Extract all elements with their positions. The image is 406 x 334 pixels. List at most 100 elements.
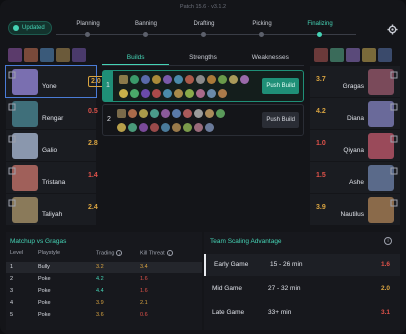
build-option[interactable]: 2 Push Build <box>102 104 304 136</box>
tab-builds[interactable]: Builds <box>102 52 170 65</box>
app-window: Patch 15.6 · v3.1.2 Updated Planning Bann… <box>0 0 406 334</box>
table-row[interactable]: 2 Poke 4.2 1.6 <box>6 274 202 285</box>
champion-pick[interactable]: Nautilus 3.9 <box>310 194 400 225</box>
phase-label: Drafting <box>193 21 215 27</box>
rune-icon <box>161 109 170 118</box>
build-number: 1 <box>103 71 113 101</box>
tab-bar: Builds Strengths Weaknesses <box>102 52 304 66</box>
item-icon <box>218 89 227 98</box>
cell-trading: 3.9 <box>96 300 104 306</box>
champion-score: 1.4 <box>88 172 98 179</box>
cell-level: 5 <box>10 312 14 318</box>
item-icon <box>205 123 214 132</box>
cell-level: 4 <box>10 300 14 306</box>
rune-icon <box>139 109 148 118</box>
build-option[interactable]: 1 Push Build <box>102 70 304 102</box>
champion-pick[interactable]: Yone 2.0 <box>5 65 104 98</box>
rune-icon <box>119 75 128 84</box>
time-range: 27 - 32 min <box>268 285 301 292</box>
table-row[interactable]: 3 Poke 4.4 1.6 <box>6 286 202 297</box>
champion-name: Taliyah <box>42 211 63 218</box>
rune-icon <box>128 109 137 118</box>
role-icon <box>390 199 398 207</box>
table-row[interactable]: 4 Poke 3.9 2.1 <box>6 298 202 309</box>
item-icon <box>185 89 194 98</box>
phase-label: Planning <box>76 21 100 27</box>
scaling-row[interactable]: Mid Game 27 - 32 min 2.0 <box>204 278 400 300</box>
item-icon <box>141 89 150 98</box>
game-phase: Late Game <box>212 309 245 316</box>
phase-label: Picking <box>252 21 272 27</box>
ban-icon <box>8 48 22 62</box>
champion-score: 1.5 <box>316 172 326 179</box>
item-icon <box>139 123 148 132</box>
item-icon <box>218 75 227 84</box>
champion-pick[interactable]: Ashe 1.5 <box>310 162 400 193</box>
champion-name: Nautilus <box>340 211 364 218</box>
table-row[interactable]: 5 Poke 3.6 0.6 <box>6 310 202 321</box>
blue-team: Yone 2.0 Rengar 0.5 Galio 2.8 Tristana 1.4 Taliy… <box>5 65 104 226</box>
rune-icon <box>150 109 159 118</box>
matchup-panel: Matchup vs Gragas Level Playstyle Tradin… <box>6 232 202 330</box>
phase-dot-icon <box>85 32 90 37</box>
champion-pick[interactable]: Diana 4.2 <box>310 98 400 129</box>
advantage-value: 3.1 <box>380 309 390 316</box>
ban-icon <box>362 48 376 62</box>
champion-name: Tristana <box>42 179 66 186</box>
status-dot-icon <box>13 25 19 31</box>
champion-name: Diana <box>347 115 364 122</box>
push-build-button[interactable]: Push Build <box>262 78 299 94</box>
rune-icon <box>130 75 139 84</box>
champion-pick[interactable]: Taliyah 2.4 <box>6 194 98 225</box>
phase-dot-icon <box>201 32 206 37</box>
item-icon <box>161 123 170 132</box>
advantage-value: 2.0 <box>380 285 390 292</box>
role-icon <box>8 199 16 207</box>
item-icon <box>183 123 192 132</box>
ban-icon <box>346 48 360 62</box>
rune-icon <box>152 75 161 84</box>
item-icon <box>128 123 137 132</box>
tab-weaknesses[interactable]: Weaknesses <box>237 52 304 65</box>
cell-trading: 3.2 <box>96 264 104 270</box>
ban-icon <box>56 48 70 62</box>
item-icon <box>207 75 216 84</box>
champion-pick[interactable]: Galio 2.8 <box>6 130 98 161</box>
champion-name: Ashe <box>349 179 364 186</box>
champion-score: 3.9 <box>316 204 326 211</box>
rune-row <box>117 109 225 118</box>
cell-level: 2 <box>10 276 14 282</box>
phase-track <box>56 34 356 35</box>
cell-level: 1 <box>10 264 14 270</box>
cell-playstyle: Poke <box>38 300 51 306</box>
game-phase: Mid Game <box>212 285 242 292</box>
header-kill-threat: Kill Threat i <box>140 250 173 256</box>
push-build-button[interactable]: Push Build <box>262 112 299 128</box>
info-icon[interactable]: i <box>116 250 123 256</box>
champion-pick[interactable]: Tristana 1.4 <box>6 162 98 193</box>
item-icon <box>240 75 249 84</box>
cell-kill-threat: 1.6 <box>140 288 148 294</box>
scaling-row[interactable]: Early Game 15 - 26 min 1.6 <box>204 254 400 276</box>
item-row <box>117 123 214 132</box>
champion-pick[interactable]: Rengar 0.5 <box>6 98 98 129</box>
draft-phase-bar: Updated Planning Banning Drafting Picking Fi… <box>0 16 406 42</box>
header-playstyle: Playstyle <box>38 250 61 256</box>
phase-step: Banning <box>121 21 171 37</box>
rune-icon <box>141 75 150 84</box>
champion-pick[interactable]: Gragas 3.7 <box>310 66 400 97</box>
rune-icon <box>172 109 181 118</box>
role-icon <box>390 103 398 111</box>
scaling-row[interactable]: Late Game 33+ min 3.1 <box>204 302 400 324</box>
ban-icon <box>40 48 54 62</box>
champion-pick[interactable]: Qiyana 1.0 <box>310 130 400 161</box>
red-bans <box>314 48 392 62</box>
champion-score: 4.2 <box>316 108 326 115</box>
info-icon[interactable]: i <box>166 250 173 256</box>
info-icon[interactable]: i <box>384 237 392 245</box>
gear-icon[interactable] <box>387 24 398 35</box>
tab-strengths[interactable]: Strengths <box>169 52 236 65</box>
matchup-title: Matchup vs Gragas <box>10 238 67 245</box>
header-level: Level <box>10 250 24 256</box>
table-row[interactable]: 1 Bully 3.2 3.4 <box>6 262 202 273</box>
